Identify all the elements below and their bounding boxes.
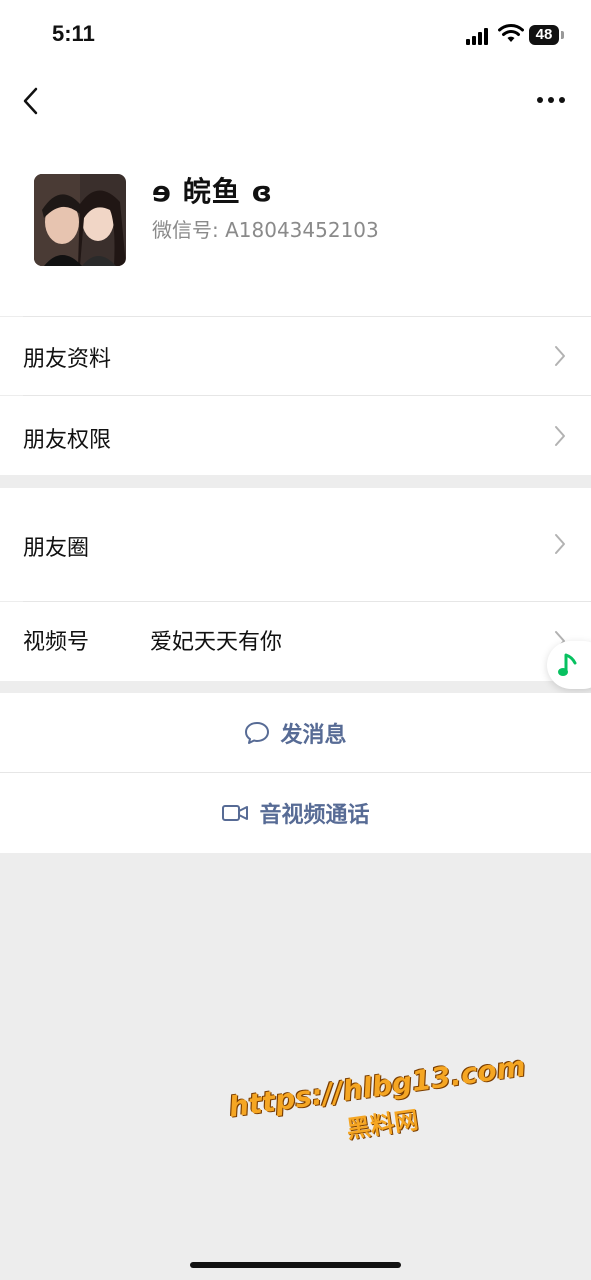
send-message-button[interactable]: 发消息	[0, 693, 591, 773]
row-channels[interactable]: 视频号 爱妃天天有你	[0, 602, 591, 681]
battery-tip	[561, 31, 564, 39]
video-call-button[interactable]: 音视频通话	[0, 773, 591, 853]
avatar[interactable]	[34, 174, 126, 266]
row-label: 朋友资料	[23, 347, 112, 372]
video-call-label: 音视频通话	[259, 803, 370, 828]
back-arrow-icon[interactable]	[20, 86, 44, 116]
video-camera-icon	[222, 805, 249, 821]
row-friend-permissions[interactable]: 朋友权限	[0, 396, 591, 475]
chevron-right-icon	[555, 426, 565, 446]
chevron-right-icon	[555, 534, 565, 554]
home-indicator[interactable]	[190, 1262, 401, 1268]
chat-bubble-icon	[245, 722, 270, 744]
row-label: 视频号	[23, 630, 90, 655]
status-bar: 5:11 48	[0, 0, 591, 70]
music-note-icon	[558, 653, 577, 676]
row-label: 朋友权限	[23, 428, 112, 453]
channels-name: 爱妃天天有你	[150, 630, 283, 655]
row-friend-info[interactable]: 朋友资料	[0, 317, 591, 395]
row-moments[interactable]: 朋友圈	[0, 488, 591, 601]
send-message-label: 发消息	[280, 723, 347, 748]
chevron-right-icon	[555, 346, 565, 366]
nav-bar	[0, 70, 591, 142]
wifi-icon	[498, 24, 524, 42]
floating-music-button[interactable]	[547, 641, 591, 689]
wechat-id: 微信号: A18043452103	[152, 218, 379, 242]
row-label: 朋友圈	[23, 536, 90, 561]
more-options-icon[interactable]	[536, 96, 566, 104]
profile-name: ɘ 皖鱼 ɞ	[152, 175, 273, 208]
signal-icon	[466, 27, 492, 45]
status-time: 5:11	[52, 21, 95, 46]
watermark: https://hlbg13.com 黑料网	[227, 1050, 533, 1161]
profile-header: ɘ 皖鱼 ɞ 微信号: A18043452103	[0, 142, 591, 316]
battery-indicator: 48	[529, 25, 559, 45]
